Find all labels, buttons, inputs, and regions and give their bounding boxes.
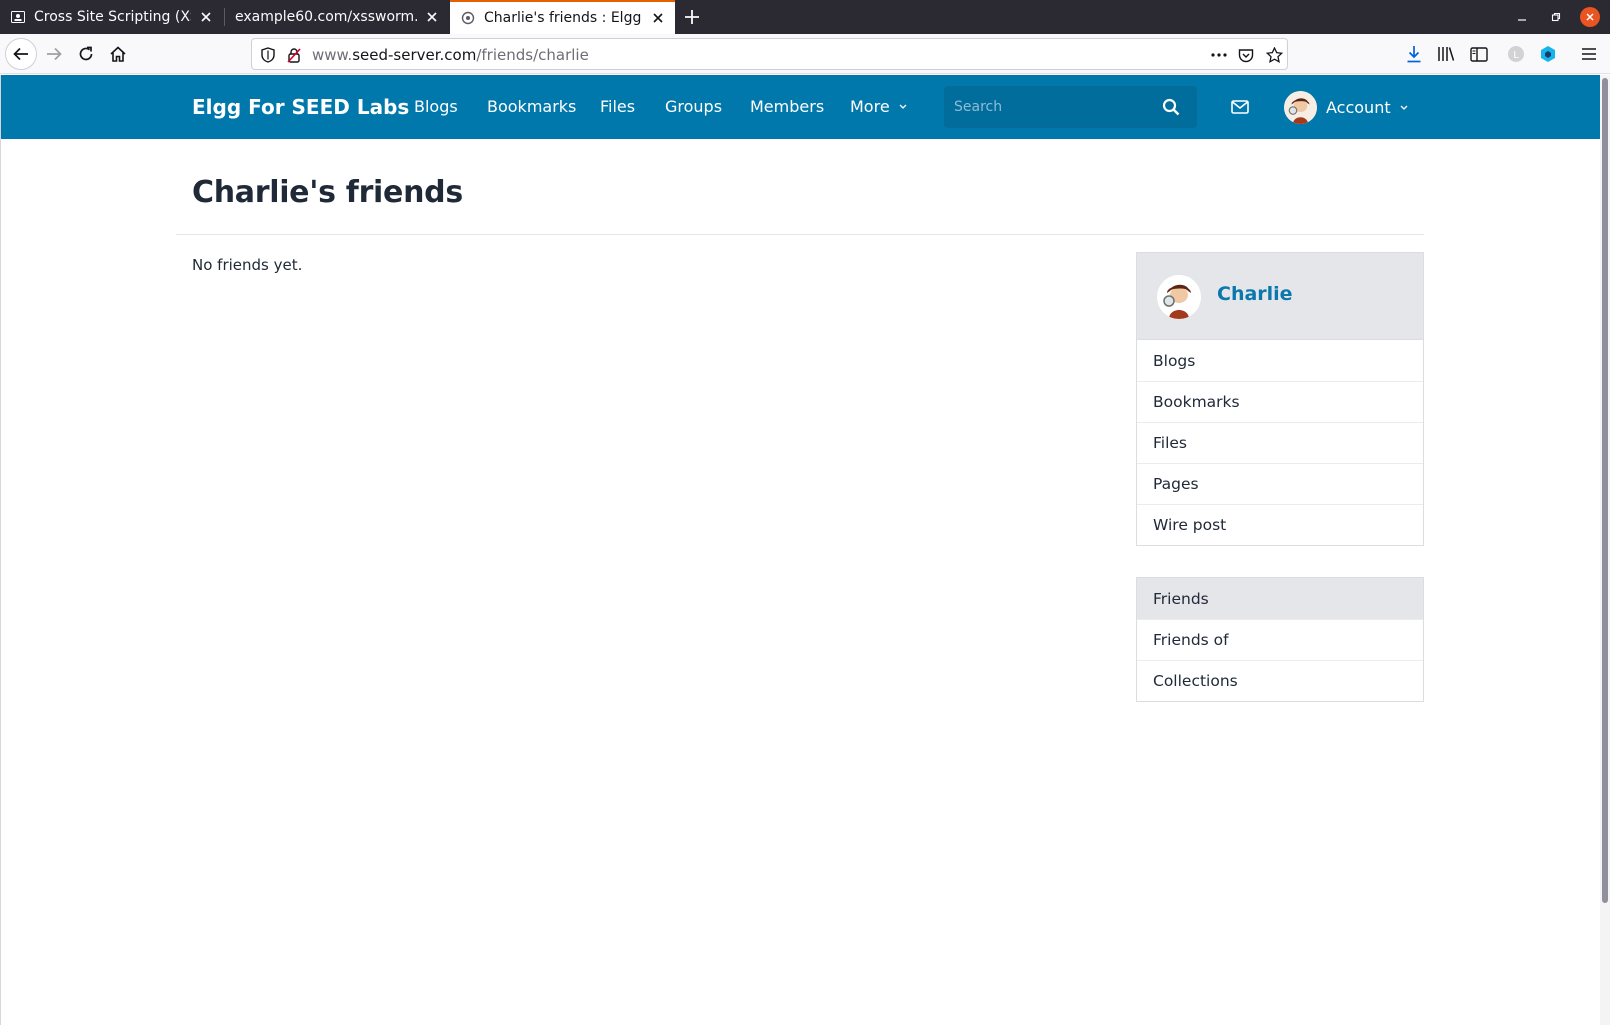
url-prefix: www. <box>312 46 353 64</box>
owner-menu-item-files[interactable]: Files <box>1137 422 1423 463</box>
menu-item-blogs[interactable]: Blogs <box>414 97 458 116</box>
browser-nav-bar: www.seed-server.com/friends/charlie L <box>0 34 1610 74</box>
envelope-icon <box>1231 100 1249 114</box>
library-icon <box>1438 47 1455 61</box>
menu-item-members[interactable]: Members <box>750 97 824 116</box>
home-icon <box>110 46 126 62</box>
url-bar[interactable]: www.seed-server.com/friends/charlie <box>251 38 1288 70</box>
extension-button[interactable] <box>1538 44 1558 64</box>
browser-tab-bar: Cross Site Scripting (XSS) example60.com… <box>0 0 1610 34</box>
close-window-button[interactable] <box>1580 7 1600 27</box>
tab-title: Charlie's friends : Elgg For SEED Labs <box>484 10 643 26</box>
bookmark-star-icon[interactable] <box>1265 46 1283 64</box>
downloads-button[interactable] <box>1404 44 1424 64</box>
owner-menu-item-blogs[interactable]: Blogs <box>1137 340 1423 381</box>
empty-message: No friends yet. <box>192 256 303 274</box>
account-label: Account <box>1326 97 1391 117</box>
new-tab-button[interactable] <box>680 5 704 29</box>
site-topbar: Elgg For SEED Labs Blogs Bookmarks Files… <box>1 75 1601 139</box>
back-arrow-icon <box>13 47 28 61</box>
page-menu: Friends Friends of Collections <box>1136 577 1424 702</box>
owner-block: Charlie <box>1136 252 1424 340</box>
sidebar-button[interactable] <box>1469 44 1489 64</box>
app-menu-button[interactable] <box>1579 44 1599 64</box>
more-label: More <box>850 97 890 116</box>
chevron-down-icon <box>1400 105 1408 110</box>
account-circle-button[interactable]: L <box>1506 44 1526 64</box>
sidebar-icon <box>1470 46 1488 62</box>
owner-menu: Blogs Bookmarks Files Pages Wire post <box>1136 340 1424 546</box>
scrollbar[interactable] <box>1600 75 1610 1025</box>
page-menu-item-friends[interactable]: Friends <box>1137 578 1423 619</box>
close-icon <box>1586 13 1594 21</box>
reload-icon <box>79 46 93 61</box>
search-placeholder: Search <box>954 99 1003 115</box>
minimize-button[interactable] <box>1514 9 1530 25</box>
insecure-lock-icon[interactable] <box>285 46 303 64</box>
reload-button[interactable] <box>70 38 102 70</box>
page-icon <box>10 9 26 25</box>
menu-item-groups[interactable]: Groups <box>665 97 722 116</box>
page-menu-item-collections[interactable]: Collections <box>1137 660 1423 701</box>
page-viewport: Elgg For SEED Labs Blogs Bookmarks Files… <box>0 75 1610 1025</box>
minimize-icon <box>1518 19 1526 21</box>
page-title: Charlie's friends <box>192 175 463 210</box>
owner-menu-item-wire-post[interactable]: Wire post <box>1137 504 1423 545</box>
url-path: /friends/charlie <box>476 46 589 64</box>
plus-icon <box>685 10 699 24</box>
page-actions-icon[interactable] <box>1210 46 1228 64</box>
forward-button[interactable] <box>38 38 70 70</box>
library-button[interactable] <box>1436 44 1456 64</box>
restore-icon <box>1551 12 1561 22</box>
tab-xss-lab[interactable]: Cross Site Scripting (XSS) <box>0 0 223 34</box>
site-search[interactable]: Search <box>944 86 1197 128</box>
elgg-favicon-icon <box>460 10 476 26</box>
chevron-down-icon <box>899 104 907 109</box>
back-button[interactable] <box>5 38 37 70</box>
page-menu-item-friends-of[interactable]: Friends of <box>1137 619 1423 660</box>
account-menu[interactable]: Account <box>1284 90 1408 124</box>
owner-name-link[interactable]: Charlie <box>1217 283 1293 305</box>
owner-menu-item-pages[interactable]: Pages <box>1137 463 1423 504</box>
scrollbar-thumb[interactable] <box>1602 78 1608 903</box>
avatar <box>1284 90 1317 124</box>
restore-button[interactable] <box>1548 9 1564 25</box>
shield-icon[interactable] <box>259 46 277 64</box>
tab-charlies-friends[interactable]: Charlie's friends : Elgg For SEED Labs <box>450 0 675 34</box>
hamburger-menu-icon <box>1582 48 1596 60</box>
extension-icon <box>1541 46 1555 62</box>
close-icon[interactable] <box>197 8 215 26</box>
close-icon[interactable] <box>423 8 441 26</box>
svg-text:L: L <box>1513 50 1519 61</box>
home-button[interactable] <box>102 38 134 70</box>
tab-xssworm[interactable]: example60.com/xssworm.js <box>225 0 449 34</box>
pocket-icon[interactable] <box>1237 46 1255 64</box>
search-icon[interactable] <box>1162 98 1180 116</box>
close-icon[interactable] <box>649 9 667 27</box>
download-icon <box>1407 46 1421 63</box>
avatar[interactable] <box>1157 275 1201 319</box>
messages-button[interactable] <box>1230 97 1250 117</box>
tab-title: example60.com/xssworm.js <box>235 9 417 25</box>
owner-menu-item-bookmarks[interactable]: Bookmarks <box>1137 381 1423 422</box>
site-logo[interactable]: Elgg For SEED Labs <box>192 95 409 119</box>
url-host: seed-server.com <box>352 46 477 64</box>
url-text[interactable]: www.seed-server.com/friends/charlie <box>312 46 589 64</box>
forward-arrow-icon <box>47 47 62 61</box>
divider <box>176 234 1424 235</box>
menu-item-more[interactable]: More <box>850 97 907 116</box>
tab-title: Cross Site Scripting (XSS) <box>34 9 191 25</box>
menu-item-bookmarks[interactable]: Bookmarks <box>487 97 576 116</box>
account-circle-icon: L <box>1508 46 1524 62</box>
menu-item-files[interactable]: Files <box>600 97 635 116</box>
